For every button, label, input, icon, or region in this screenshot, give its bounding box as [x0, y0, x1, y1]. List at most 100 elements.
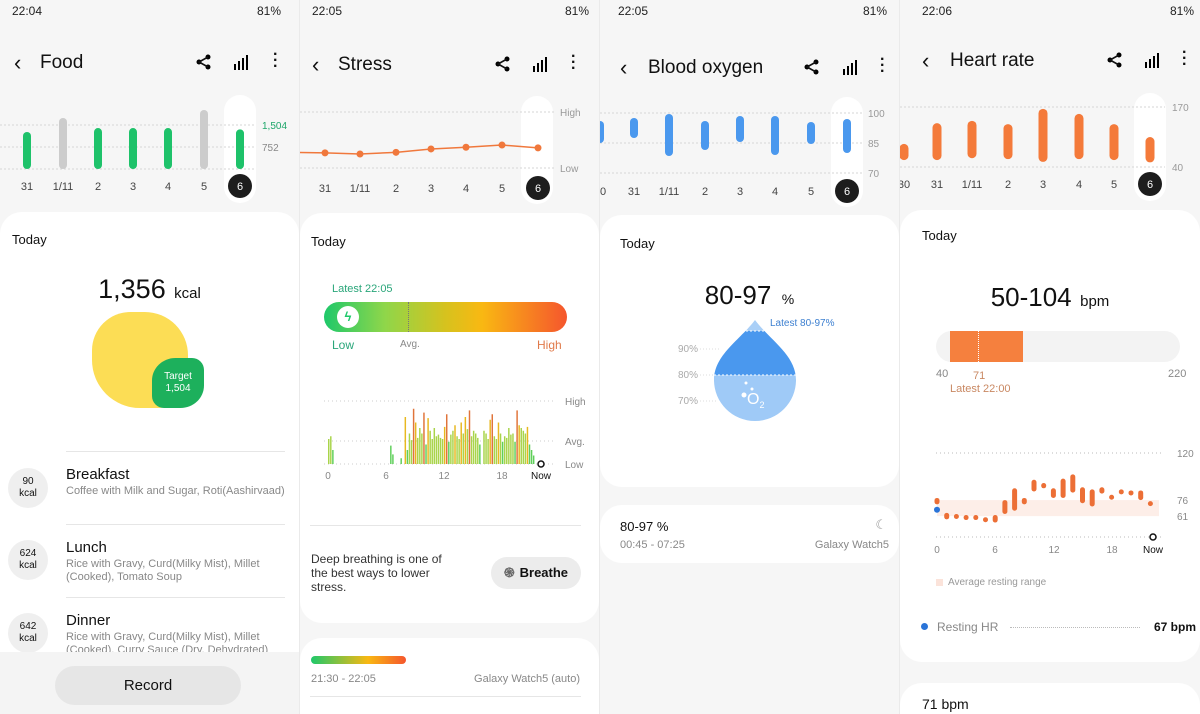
- o2-label: O2: [747, 391, 765, 411]
- more-icon[interactable]: · · ·: [1182, 45, 1187, 73]
- stress-point: [534, 144, 542, 152]
- record-level-bar: [311, 656, 406, 664]
- stress-bar: [450, 434, 452, 464]
- heart-range-bar: [936, 331, 1180, 362]
- stress-bar: [528, 444, 531, 464]
- stress-bar: [512, 433, 514, 464]
- meal-name: Dinner: [66, 612, 111, 629]
- blood-oxygen-screen: 22:05 81% ‹ Blood oxygen ··· 10085703031…: [600, 0, 900, 714]
- y-axis-label: 120: [1177, 449, 1194, 460]
- back-icon[interactable]: ‹: [312, 52, 319, 78]
- back-icon[interactable]: ‹: [922, 48, 929, 74]
- stress-bar: [445, 414, 448, 464]
- stress-bar: [423, 412, 425, 464]
- stress-bar: [462, 433, 465, 464]
- heart-bar: [1003, 124, 1013, 160]
- heart-hour-bar: [944, 512, 950, 520]
- stress-bar: [479, 444, 481, 464]
- now-marker: [537, 460, 545, 468]
- stress-point: [462, 143, 470, 151]
- heart-record[interactable]: 71 bpm: [900, 683, 1200, 714]
- day-label: 5: [1111, 179, 1117, 191]
- day-label: 6: [535, 183, 541, 195]
- heart-bar: [932, 123, 942, 161]
- stress-bar: [456, 436, 458, 464]
- day-label: 1/11: [962, 179, 983, 191]
- day-label: 1/11: [350, 183, 371, 195]
- page-title: Blood oxygen: [648, 57, 764, 78]
- bolt-icon: ϟ: [337, 306, 359, 328]
- stress-bar: [468, 410, 471, 464]
- record-value: 80-97 %: [620, 519, 669, 534]
- share-icon[interactable]: [196, 54, 212, 70]
- record-button[interactable]: Record: [55, 666, 241, 705]
- stress-bar: [412, 408, 415, 464]
- heart-bar: [967, 120, 977, 159]
- legend-label: Average resting range: [948, 577, 1047, 588]
- stress-record[interactable]: 21:30 - 22:05 Galaxy Watch5 (auto): [300, 638, 599, 714]
- share-icon[interactable]: [804, 59, 820, 75]
- stress-bar: [466, 429, 469, 464]
- x-axis-label: 12: [1048, 545, 1060, 556]
- y-axis-label: 76: [1177, 496, 1189, 507]
- resting-hr-point: [934, 506, 940, 513]
- high-label: High: [537, 338, 562, 352]
- food-bar: [94, 128, 102, 169]
- stress-bar: [510, 434, 512, 464]
- oxygen-bar: [771, 116, 779, 155]
- stress-bar: [501, 441, 504, 464]
- oxygen-record[interactable]: 80-97 % 00:45 - 07:25 ☾ Galaxy Watch5: [600, 505, 899, 563]
- stress-bar: [429, 430, 431, 464]
- chart-icon[interactable]: [233, 55, 249, 70]
- stress-bar: [431, 439, 433, 464]
- share-icon[interactable]: [495, 56, 511, 72]
- heart-hour-bar: [1060, 478, 1066, 498]
- day-label: 2: [393, 183, 399, 195]
- chart-icon[interactable]: [532, 57, 548, 72]
- heart-bar: [1074, 113, 1084, 160]
- food-screen: 22:04 81% ‹ Food · · · 1,504 752 31 1/11 2 3 4 5 6…: [0, 0, 300, 714]
- low-axis-label: Low: [560, 164, 579, 175]
- resting-value: 67 bpm: [1153, 620, 1196, 634]
- more-icon[interactable]: · · ·: [273, 47, 278, 75]
- stress-bar: [404, 417, 407, 464]
- stress-bar: [443, 426, 446, 464]
- stress-bar: [495, 439, 498, 464]
- stress-bar: [439, 437, 442, 464]
- share-icon[interactable]: [1107, 52, 1123, 68]
- breathe-button[interactable]: ֍ Breathe: [491, 557, 581, 589]
- heart-hourly-chart: 0 6 12 18 Now 120 76 61: [934, 449, 1194, 556]
- chart-icon[interactable]: [842, 60, 858, 75]
- stress-bar: [464, 417, 467, 464]
- day-label: 3: [1040, 179, 1046, 191]
- y-axis-label: 100: [868, 109, 885, 120]
- stress-bar: [518, 425, 520, 464]
- oxygen-bar: [736, 116, 744, 142]
- latest-label: Latest 22:00: [950, 383, 1011, 395]
- stress-bar: [330, 436, 332, 464]
- stress-bar: [437, 434, 440, 464]
- drop-label-90: 90%: [678, 344, 699, 355]
- x-axis-label: 12: [438, 471, 450, 482]
- stress-bar: [417, 437, 419, 464]
- legend-swatch: [936, 579, 943, 586]
- back-icon[interactable]: ‹: [14, 50, 21, 76]
- day-label: 4: [772, 186, 778, 198]
- more-icon[interactable]: · · ·: [880, 52, 885, 80]
- status-battery: 81%: [1169, 4, 1194, 18]
- chart-icon[interactable]: [1144, 53, 1160, 68]
- stress-bar: [328, 439, 330, 464]
- back-icon[interactable]: ‹: [620, 55, 627, 81]
- meal-kcal-unit: kcal: [19, 560, 37, 571]
- food-daily-chart: 1,504 752 31 1/11 2 3 4 5 6: [0, 109, 287, 198]
- more-icon[interactable]: · · ·: [571, 49, 576, 77]
- meal-desc: Coffee with Milk and Sugar, Roti(Aashirv…: [66, 485, 285, 497]
- x-axis-label: 0: [325, 471, 331, 482]
- x-axis-label: 6: [992, 545, 998, 556]
- stress-bar: [390, 445, 392, 464]
- day-label: 6: [844, 186, 850, 198]
- heart-hour-bar: [1050, 488, 1056, 498]
- moon-icon: ☾: [875, 517, 887, 532]
- heart-bar: [900, 143, 909, 161]
- heart-hour-bar: [983, 517, 988, 523]
